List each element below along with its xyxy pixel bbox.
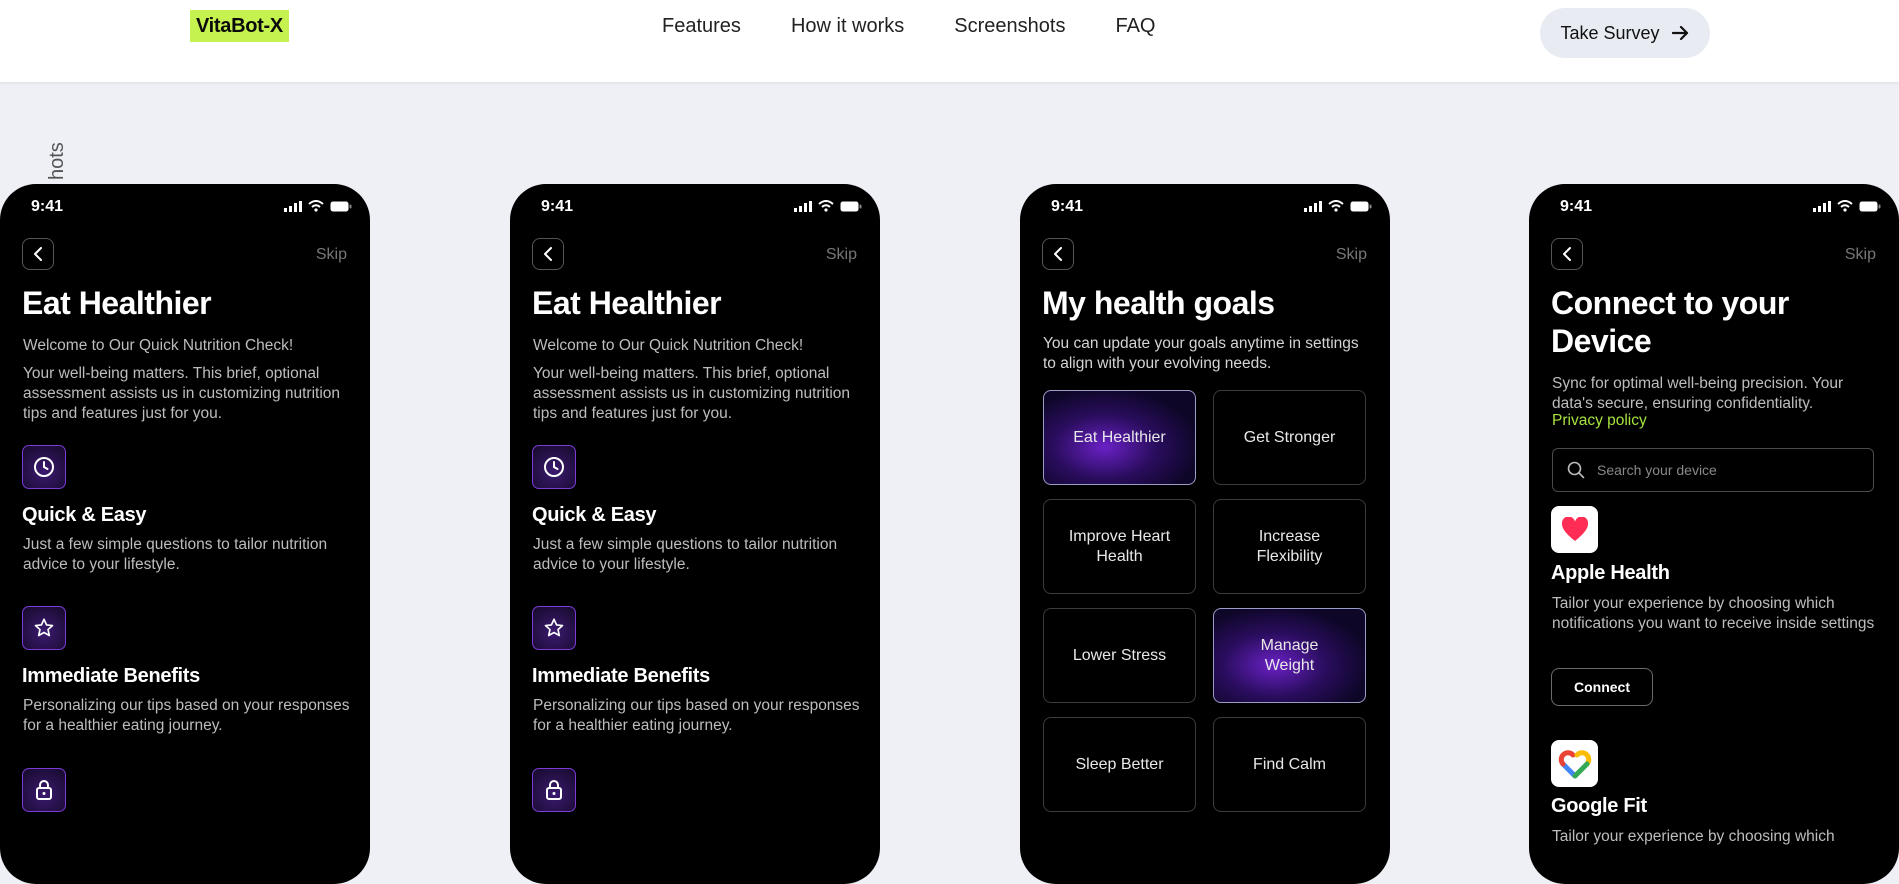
status-icons [1304, 200, 1372, 212]
clock-icon [532, 445, 576, 489]
screen-title: Eat Healthier [22, 285, 212, 321]
screen-desc: Sync for optimal well-being precision. Y… [1552, 375, 1844, 412]
status-bar: 9:41 [1020, 184, 1390, 228]
top-navbar: VitaBot-X Features How it works Screensh… [0, 0, 1899, 82]
feature-desc: Personalizing our tips based on your res… [23, 697, 350, 734]
google-fit-icon [1551, 740, 1598, 787]
nav-link-faq[interactable]: FAQ [1115, 12, 1155, 40]
feature-title: Immediate Benefits [22, 665, 200, 687]
arrow-right-icon [1671, 25, 1690, 41]
phone-screen-eat-healthier-2: 9:41 Skip Eat Healthier Welcome to Our Q… [510, 184, 880, 884]
phone-screen-connect-device: 9:41 Skip Connect to your Device Sync fo… [1529, 184, 1899, 884]
feature-desc: Just a few simple questions to tailor nu… [533, 536, 838, 573]
wifi-icon [308, 200, 324, 212]
back-button[interactable] [22, 238, 54, 270]
signal-icon [1813, 200, 1831, 212]
nav-link-screenshots[interactable]: Screenshots [954, 12, 1065, 40]
signal-icon [1304, 200, 1322, 212]
heart-icon [1551, 506, 1598, 553]
feature-title: Quick & Easy [532, 504, 657, 526]
phone-screen-health-goals: 9:41 Skip My health goals You can update… [1020, 184, 1390, 884]
screen-title: Connect to your Device [1551, 285, 1789, 359]
back-button[interactable] [1042, 238, 1074, 270]
app-desc: Tailor your experience by choosing which [1552, 828, 1835, 845]
goal-card-eat-healthier[interactable]: Eat Healthier [1043, 390, 1196, 485]
skip-link[interactable]: Skip [826, 246, 857, 264]
status-time: 9:41 [541, 198, 574, 215]
device-search-field[interactable] [1552, 448, 1874, 492]
take-survey-button[interactable]: Take Survey [1540, 8, 1710, 58]
phone-screen-eat-healthier-1: 9:41 Skip Eat Healthier Welcome to Our Q… [0, 184, 370, 884]
chevron-left-icon [544, 247, 552, 261]
screen-intro: Welcome to Our Quick Nutrition Check! [533, 337, 804, 354]
device-search-input[interactable] [1595, 461, 1859, 479]
chevron-left-icon [1054, 247, 1062, 261]
feature-title: Quick & Easy [22, 504, 147, 526]
star-icon [22, 606, 66, 650]
search-icon [1567, 461, 1585, 479]
back-button[interactable] [532, 238, 564, 270]
screen-title: My health goals [1042, 285, 1275, 321]
signal-icon [284, 200, 302, 212]
app-name: Apple Health [1551, 562, 1670, 584]
goal-card-increase-flexibility[interactable]: Increase Flexibility [1213, 499, 1366, 594]
nav-links: Features How it works Screenshots FAQ [662, 12, 1155, 40]
goal-card-sleep-better[interactable]: Sleep Better [1043, 717, 1196, 812]
battery-icon [330, 201, 352, 211]
status-bar: 9:41 [1529, 184, 1899, 228]
skip-link[interactable]: Skip [316, 246, 347, 264]
wifi-icon [1328, 200, 1344, 212]
screen-subtitle: You can update your goals anytime in set… [1043, 335, 1359, 372]
lock-icon [22, 768, 66, 812]
wifi-icon [1837, 200, 1853, 212]
status-icons [794, 200, 862, 212]
connect-apple-health-button[interactable]: Connect [1551, 668, 1653, 706]
logo[interactable]: VitaBot-X [190, 10, 289, 42]
goal-card-find-calm[interactable]: Find Calm [1213, 717, 1366, 812]
goal-card-improve-heart-health[interactable]: Improve Heart Health [1043, 499, 1196, 594]
battery-icon [840, 201, 862, 211]
status-time: 9:41 [31, 198, 64, 215]
back-button[interactable] [1551, 238, 1583, 270]
lock-icon [532, 768, 576, 812]
status-icons [284, 200, 352, 212]
goal-card-get-stronger[interactable]: Get Stronger [1213, 390, 1366, 485]
battery-icon [1350, 201, 1372, 211]
skip-link[interactable]: Skip [1845, 246, 1876, 264]
goal-card-lower-stress[interactable]: Lower Stress [1043, 608, 1196, 703]
star-icon [532, 606, 576, 650]
screen-title: Eat Healthier [532, 285, 722, 321]
screen-intro: Welcome to Our Quick Nutrition Check! [23, 337, 294, 354]
feature-title: Immediate Benefits [532, 665, 710, 687]
status-icons [1813, 200, 1881, 212]
status-time: 9:41 [1051, 198, 1084, 215]
app-desc: Tailor your experience by choosing which… [1552, 595, 1875, 632]
section-label-wrap: hots [40, 140, 80, 180]
signal-icon [794, 200, 812, 212]
battery-icon [1859, 201, 1881, 211]
clock-icon [22, 445, 66, 489]
skip-link[interactable]: Skip [1336, 246, 1367, 264]
nav-link-how-it-works[interactable]: How it works [791, 12, 904, 40]
wifi-icon [818, 200, 834, 212]
take-survey-label: Take Survey [1560, 22, 1660, 43]
feature-desc: Personalizing our tips based on your res… [533, 697, 860, 734]
screen-body: Your well-being matters. This brief, opt… [23, 365, 341, 422]
chevron-left-icon [1563, 247, 1571, 261]
nav-link-features[interactable]: Features [662, 12, 741, 40]
status-bar: 9:41 [510, 184, 880, 228]
status-bar: 9:41 [0, 184, 370, 228]
screen-body: Your well-being matters. This brief, opt… [533, 365, 851, 422]
privacy-policy-link[interactable]: Privacy policy [1552, 412, 1647, 430]
goal-card-manage-weight[interactable]: Manage Weight [1213, 608, 1366, 703]
feature-desc: Just a few simple questions to tailor nu… [23, 536, 328, 573]
section-label: hots [46, 142, 68, 180]
app-name: Google Fit [1551, 795, 1647, 817]
status-time: 9:41 [1560, 198, 1593, 215]
chevron-left-icon [34, 247, 42, 261]
